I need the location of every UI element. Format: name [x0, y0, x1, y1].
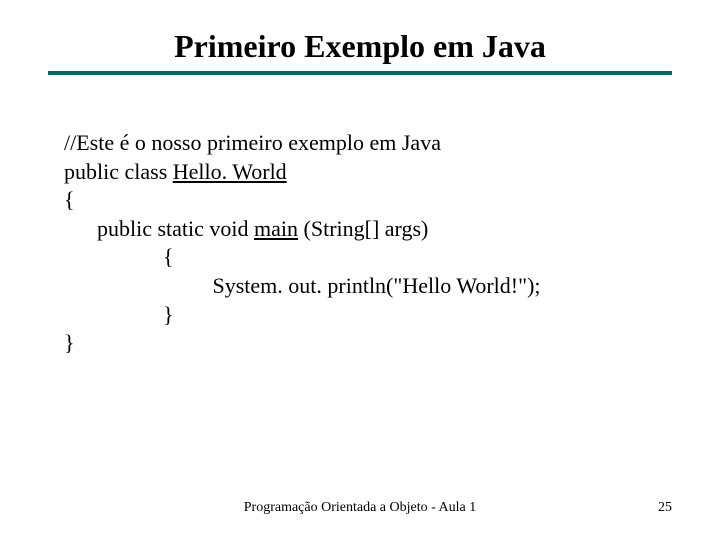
code-line-3: { — [64, 186, 656, 215]
code-block: //Este é o nosso primeiro exemplo em Jav… — [0, 75, 720, 358]
page-number: 25 — [658, 500, 672, 516]
code-line-4: public static void main (String[] args) — [64, 215, 656, 244]
code-text: public static void — [64, 216, 254, 241]
code-line-5: { — [64, 243, 656, 272]
class-name: Hello. World — [173, 159, 287, 184]
code-line-8: } — [64, 329, 656, 358]
method-name: main — [254, 216, 298, 241]
footer-text: Programação Orientada a Objeto - Aula 1 — [244, 500, 476, 516]
code-line-7: } — [64, 301, 656, 330]
code-line-6: System. out. println("Hello World!"); — [64, 272, 656, 301]
slide-title: Primeiro Exemplo em Java — [0, 0, 720, 71]
code-text: (String[] args) — [298, 216, 428, 241]
code-line-1: //Este é o nosso primeiro exemplo em Jav… — [64, 129, 656, 158]
code-line-2: public class Hello. World — [64, 158, 656, 187]
footer: Programação Orientada a Objeto - Aula 1 … — [0, 500, 720, 516]
slide: Primeiro Exemplo em Java //Este é o noss… — [0, 0, 720, 540]
code-text: public class — [64, 159, 173, 184]
